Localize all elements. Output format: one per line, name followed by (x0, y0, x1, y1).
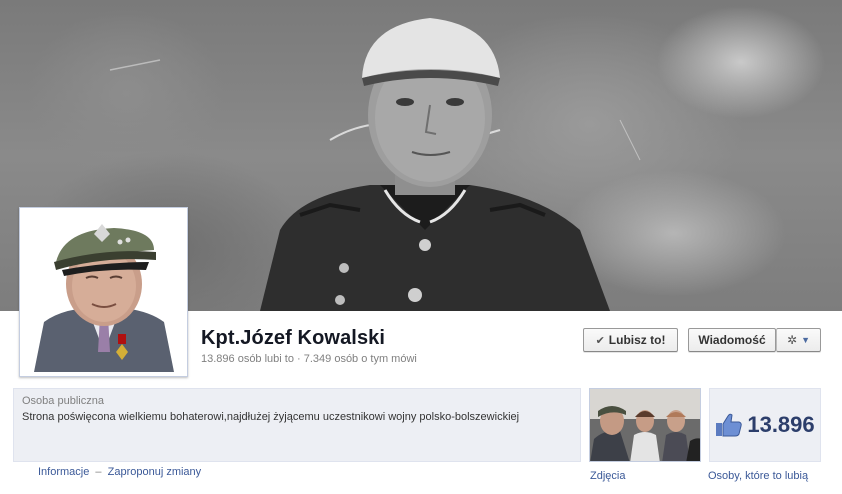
thumbs-up-icon (716, 413, 743, 437)
page-category: Osoba publiczna (22, 395, 104, 407)
photos-thumbnail (590, 389, 700, 461)
page-description: Strona poświęcona wielkiemu bohaterowi,n… (22, 411, 520, 423)
caret-down-icon: ▼ (801, 335, 810, 345)
likes-count: 13.896 (747, 412, 815, 437)
photos-tile-label[interactable]: Zdjęcia (590, 470, 625, 482)
suggest-edits-link[interactable]: Zaproponuj zmiany (108, 466, 202, 478)
info-link[interactable]: Informacje (38, 466, 89, 478)
message-button-label: Wiadomość (698, 333, 766, 347)
about-links: Informacje – Zaproponuj zmiany (38, 466, 201, 478)
page-title: Kpt.Józef Kowalski (201, 327, 386, 349)
profile-picture-image (24, 212, 183, 372)
gear-icon: ✲ (787, 333, 798, 347)
photos-tile[interactable] (589, 388, 701, 462)
about-box: Osoba publiczna Strona poświęcona wielki… (13, 388, 581, 462)
like-button[interactable]: ✔ Lubisz to! (583, 328, 678, 352)
link-separator: – (95, 466, 102, 478)
checkmark-icon: ✔ (595, 334, 605, 347)
message-button[interactable]: Wiadomość (688, 328, 776, 352)
settings-menu-button[interactable]: ✲ ▼ (776, 328, 821, 352)
likes-tile-label[interactable]: Osoby, które to lubią (708, 470, 808, 482)
like-button-label: Lubisz to! (608, 333, 666, 347)
profile-picture[interactable] (19, 207, 188, 377)
page-stats: 13.896 osób lubi to · 7.349 osób o tym m… (201, 353, 417, 365)
likes-tile[interactable]: 13.896 (709, 388, 821, 462)
